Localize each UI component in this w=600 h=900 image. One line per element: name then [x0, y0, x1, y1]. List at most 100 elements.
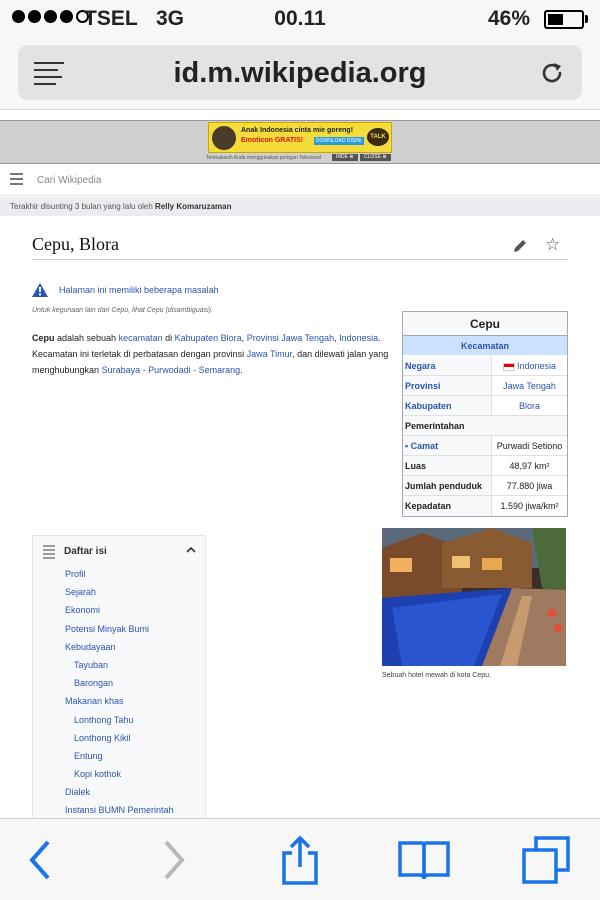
bookmarks-button[interactable]	[384, 819, 464, 900]
page-title: Cepu, Blora	[32, 234, 119, 254]
chevron-up-icon[interactable]	[185, 544, 197, 556]
infobox-row: • Camat Purwadi Setiono	[403, 436, 567, 456]
last-editor-name: Relly Komaruzaman	[155, 202, 232, 211]
toc-subitem[interactable]: Lonthong Tahu	[33, 715, 207, 733]
infobox-row: Jumlah penduduk 77.880 jiwa	[403, 476, 567, 496]
intro-bold-term: Cepu	[32, 333, 55, 343]
hotel-photo-illustration	[382, 528, 566, 666]
browser-address-area: id.m.wikipedia.org	[0, 40, 600, 110]
link-indonesia[interactable]: Indonesia	[339, 333, 378, 343]
intro-text: .	[240, 365, 243, 375]
link-jawa-timur[interactable]: Jawa Timur	[247, 349, 293, 359]
edit-pencil-icon[interactable]	[512, 238, 528, 254]
infobox-value[interactable]: Indonesia	[491, 356, 567, 375]
infobox-title: Cepu	[403, 312, 567, 336]
toc-item[interactable]: Sejarah	[33, 587, 207, 605]
toc-title[interactable]: Daftar isi	[64, 546, 107, 557]
menu-icon[interactable]	[10, 173, 23, 188]
intro-text: adalah sebuah	[54, 333, 119, 343]
ad-image[interactable]: Anak Indonesia cinta mie goreng! Emotico…	[208, 122, 392, 153]
hatnote: Untuk kegunaan lain dari Cepu, lihat Cep…	[32, 307, 213, 314]
infobox-value: Purwadi Setiono	[491, 436, 567, 455]
ad-download-button[interactable]: DOWNLOAD DISINI	[314, 137, 364, 145]
last-edited-bar[interactable]: Terakhir disunting 3 bulan yang lalu ole…	[0, 197, 600, 216]
infobox-row: Kepadatan 1.590 jiwa/km²	[403, 496, 567, 516]
warning-icon	[32, 283, 48, 297]
toc-item[interactable]: Dialek	[33, 787, 207, 805]
toc-subitem[interactable]: Tayuban	[33, 660, 207, 678]
infobox-value[interactable]: Jawa Tengah	[491, 376, 567, 395]
link-kabupaten-blora[interactable]: Kabupaten Blora	[175, 333, 242, 343]
back-arrow-icon	[29, 840, 50, 880]
infobox-key: Luas	[405, 461, 427, 471]
infobox-key[interactable]: Provinsi	[403, 376, 491, 395]
share-button[interactable]	[260, 819, 340, 900]
toc-item[interactable]: Ekonomi	[33, 605, 207, 623]
forward-arrow-icon	[164, 840, 185, 880]
title-divider	[32, 259, 568, 260]
infobox: Cepu Kecamatan Negara Indonesia Provinsi…	[402, 311, 568, 517]
toc-item[interactable]: Makanan khas	[33, 696, 207, 714]
infobox-row: Provinsi Jawa Tengah	[403, 376, 567, 396]
infobox-key[interactable]: • Camat	[403, 436, 491, 455]
talk-logo-icon: TALK	[367, 128, 389, 146]
infobox-key[interactable]: Negara	[403, 356, 491, 375]
infobox-value-text[interactable]: Indonesia	[517, 361, 556, 371]
infobox-value: 1.590 jiwa/km²	[491, 496, 567, 516]
watch-star-icon[interactable]: ☆	[545, 235, 560, 255]
infobox-key: Kepadatan	[405, 501, 452, 511]
table-of-contents: Daftar isi Profil Sejarah Ekonomi Potens…	[32, 535, 206, 825]
ad-headline: Anak Indonesia cinta mie goreng!	[241, 127, 354, 134]
share-icon	[282, 835, 318, 885]
address-bar[interactable]: id.m.wikipedia.org	[18, 45, 582, 100]
book-icon	[398, 841, 450, 880]
infobox-key[interactable]: Kabupaten	[403, 396, 491, 415]
photo-caption: Sebuah hotel mewah di kota Cepu.	[382, 672, 491, 679]
toc-list: Profil Sejarah Ekonomi Potensi Minyak Bu…	[33, 569, 207, 824]
browser-toolbar	[0, 818, 600, 900]
toc-list-icon	[43, 545, 55, 561]
wiki-header: Cari Wikipedia	[0, 164, 600, 196]
status-bar: TSEL 3G 00.11 46%	[0, 0, 600, 40]
ad-inde-button[interactable]: INDE ⊗	[332, 154, 358, 161]
tabs-button[interactable]	[506, 819, 586, 900]
infobox-key: Jumlah penduduk	[405, 481, 483, 491]
toc-subitem[interactable]: Entung	[33, 751, 207, 769]
toc-item[interactable]: Potensi Minyak Bumi	[33, 624, 207, 642]
infobox-section-header: Pemerintahan	[403, 416, 567, 436]
ad-offer: Emoticon GRATIS!	[241, 137, 304, 144]
toc-subitem[interactable]: Lonthong Kikil	[33, 733, 207, 751]
search-input[interactable]: Cari Wikipedia	[37, 175, 101, 186]
toc-subitem[interactable]: Barongan	[33, 678, 207, 696]
infobox-subtitle[interactable]: Kecamatan	[403, 336, 567, 356]
toc-item[interactable]: Profil	[33, 569, 207, 587]
page-issues-link[interactable]: Halaman ini memiliki beberapa masalah	[59, 285, 219, 295]
forward-button[interactable]	[134, 819, 214, 900]
battery-percentage: 46%	[488, 7, 531, 30]
link-kecamatan[interactable]: kecamatan	[119, 333, 163, 343]
ad-footer-text: Terimakasih Anda menggunakan jaringan Te…	[206, 155, 322, 161]
toc-item[interactable]: Kebudayaan	[33, 642, 207, 660]
battery-tip	[585, 15, 588, 23]
infobox-row: Kabupaten Blora	[403, 396, 567, 416]
infobox-value[interactable]: Blora	[491, 396, 567, 415]
infobox-row: Luas 48,97 km²	[403, 456, 567, 476]
toc-subitem[interactable]: Kopi kothok	[33, 769, 207, 787]
link-provinsi-jawa-tengah[interactable]: Provinsi Jawa Tengah	[247, 333, 334, 343]
battery-icon	[544, 10, 584, 29]
link-surabaya-purwodadi-semarang[interactable]: Surabaya - Purwodadi - Semarang	[102, 365, 241, 375]
infobox-value: 48,97 km²	[491, 456, 567, 475]
intro-text: di	[162, 333, 175, 343]
ad-close-button[interactable]: CLOSE ⊗	[360, 154, 391, 161]
url-text[interactable]: id.m.wikipedia.org	[18, 57, 582, 90]
mascot-icon	[212, 126, 236, 150]
indonesia-flag-icon	[502, 362, 515, 371]
reload-icon[interactable]	[538, 59, 566, 87]
infobox-value: 77.880 jiwa	[491, 476, 567, 495]
intro-paragraph: Cepu adalah sebuah kecamatan di Kabupate…	[32, 330, 392, 378]
infobox-row: Negara Indonesia	[403, 356, 567, 376]
ad-banner: Anak Indonesia cinta mie goreng! Emotico…	[0, 120, 600, 164]
last-edited-text: Terakhir disunting 3 bulan yang lalu ole…	[10, 202, 153, 211]
hotel-photo[interactable]	[382, 528, 566, 666]
back-button[interactable]	[0, 819, 80, 900]
